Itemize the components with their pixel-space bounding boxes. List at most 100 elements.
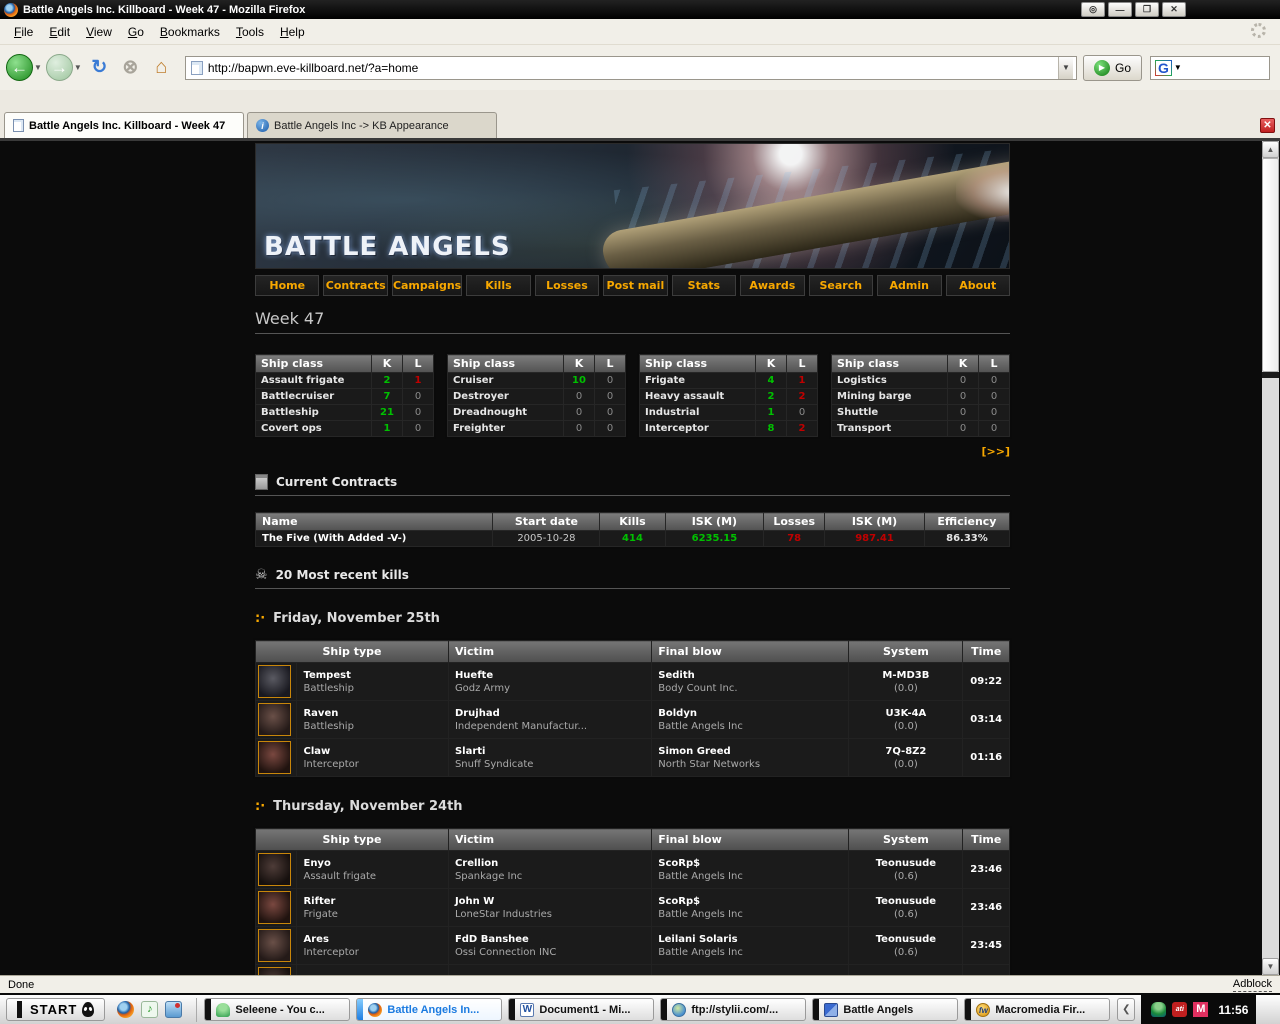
messenger-tray-icon[interactable] [1151,1002,1167,1017]
nav-losses[interactable]: Losses [534,275,600,296]
forward-button[interactable]: → [45,54,73,81]
stop-button[interactable]: ⊗ [116,54,144,81]
taskbar-window-seleene[interactable]: Seleene - You c... [204,998,351,1021]
back-dropdown-icon[interactable]: ▼ [34,63,42,72]
ship-thumbnail[interactable] [258,929,291,962]
ship-thumbnail[interactable] [258,853,291,886]
ship-name[interactable]: Enyo [303,857,441,870]
nav-contracts[interactable]: Contracts [323,275,388,296]
tab-killboard[interactable]: Battle Angels Inc. Killboard - Week 47 [4,112,244,138]
macromedia-tray-icon[interactable]: M [1193,1002,1209,1017]
nav-stats[interactable]: Stats [671,275,737,296]
menu-edit[interactable]: Edit [41,22,78,42]
day-date: Friday, November 25th [273,611,440,626]
scroll-down-icon[interactable]: ▼ [1262,958,1279,975]
more-link[interactable]: [>>] [255,445,1011,458]
messenger-app-icon[interactable] [165,1001,183,1018]
final-blow-name[interactable]: Leilani Solaris [658,933,842,946]
ship-name[interactable]: Ares [303,933,441,946]
system-name[interactable]: 7Q-8Z2 [855,745,956,758]
victim-name[interactable]: John W [455,895,645,908]
nav-admin[interactable]: Admin [877,275,942,296]
ship-thumbnail[interactable] [258,967,291,975]
url-input[interactable] [207,60,1058,75]
menu-bookmarks[interactable]: Bookmarks [152,22,228,42]
menu-tools[interactable]: Tools [228,22,272,42]
nav-about[interactable]: About [945,275,1010,296]
kill-row[interactable]: Rifter Frigate John W LoneStar Industrie… [254,888,1010,927]
taskbar-window-battle-angels-firefox[interactable]: Battle Angels In... [356,998,503,1021]
day-heading-thursday: :· Thursday, November 24th [255,799,1010,814]
menu-view[interactable]: View [78,22,120,42]
taskbar-window-battle-angels[interactable]: Battle Angels [812,998,959,1021]
go-button[interactable]: ▶ Go [1082,54,1142,81]
victim-name[interactable]: Slarti [455,745,645,758]
tab-kb-appearance[interactable]: i Battle Angels Inc -> KB Appearance [247,112,497,138]
nav-post-mail[interactable]: Post mail [603,275,668,296]
start-button[interactable]: START [6,998,106,1021]
nav-kills[interactable]: Kills [466,275,531,296]
kill-row[interactable]: Ferox ToRpAIN Mar Anarw Teonusude 23:45 [254,964,1010,975]
kill-row[interactable]: Ares Interceptor FdD Banshee Ossi Connec… [254,926,1010,965]
taskbar-window-macromedia[interactable]: fw Macromedia Fir... [964,998,1111,1021]
menu-file[interactable]: File [6,22,41,42]
kill-row[interactable]: Claw Interceptor Slarti Snuff Syndicate … [254,738,1010,777]
firefox-icon[interactable] [117,1001,135,1018]
music-player-icon[interactable]: ♪ [141,1001,159,1018]
ship-name[interactable]: Rifter [303,895,441,908]
scroll-up-icon[interactable]: ▲ [1262,141,1279,158]
close-button[interactable]: ✕ [1162,2,1186,17]
scrollbar-thumb[interactable] [1262,158,1279,372]
final-blow-name[interactable]: Sedith [658,669,842,682]
ship-thumbnail[interactable] [258,741,291,774]
close-tab-button[interactable]: ✕ [1260,118,1275,133]
ati-tray-icon[interactable]: ati [1172,1002,1188,1017]
victim-name[interactable]: Huefte [455,669,645,682]
victim-name[interactable]: Crellion [455,857,645,870]
contract-name[interactable]: The Five (With Added -V-) [254,530,494,547]
tray-chevron-icon[interactable]: ❮ [1117,998,1136,1021]
system-name[interactable]: Teonusude [855,933,956,946]
victim-name[interactable]: FdD Banshee [455,933,645,946]
contract-row[interactable]: The Five (With Added -V-) 2005-10-28 414… [254,530,1011,547]
nav-home[interactable]: Home [255,275,320,296]
ship-thumbnail[interactable] [258,703,291,736]
ship-thumbnail[interactable] [258,891,291,924]
kill-row[interactable]: Raven Battleship Drujhad Independent Man… [254,700,1010,739]
forward-dropdown-icon[interactable]: ▼ [74,63,82,72]
nav-awards[interactable]: Awards [740,275,805,296]
final-blow-name[interactable]: ScoRp$ [658,857,842,870]
menu-go[interactable]: Go [120,22,152,42]
menu-help[interactable]: Help [272,22,313,42]
url-dropdown-icon[interactable]: ▼ [1057,56,1073,79]
final-blow-name[interactable]: Simon Greed [658,745,842,758]
reload-button[interactable]: ↻ [85,54,113,81]
final-blow-name[interactable]: Boldyn [658,707,842,720]
system-name[interactable]: U3K-4A [855,707,956,720]
ship-name[interactable]: Raven [303,707,441,720]
system-name[interactable]: Teonusude [855,857,956,870]
system-name[interactable]: Teonusude [855,895,956,908]
kill-row[interactable]: Tempest Battleship Huefte Godz Army Sedi… [254,662,1010,701]
final-blow-name[interactable]: ScoRp$ [658,895,842,908]
vertical-scrollbar[interactable]: ▲ ▼ [1262,141,1279,975]
victim-name[interactable]: Drujhad [455,707,645,720]
go-icon: ▶ [1093,59,1110,76]
google-search-box[interactable]: G ▼ [1150,55,1270,80]
restore-button[interactable]: ❐ [1135,2,1159,17]
window-extra-button[interactable]: ◎ [1081,2,1105,17]
nav-campaigns[interactable]: Campaigns [391,275,463,296]
nav-search[interactable]: Search [808,275,874,296]
taskbar-window-ftp[interactable]: ftp://stylii.com/... [660,998,807,1021]
minimize-button[interactable]: — [1108,2,1132,17]
adblock-status[interactable]: Adblock [1232,978,1272,992]
home-button[interactable]: ⌂ [147,54,175,81]
back-button[interactable]: ← [6,54,33,81]
kill-row[interactable]: Enyo Assault frigate Crellion Spankage I… [254,850,1010,889]
ship-thumbnail[interactable] [258,665,291,698]
system-name[interactable]: M-MD3B [855,669,956,682]
taskbar-window-document1[interactable]: W Document1 - Mi... [508,998,655,1021]
search-engine-dropdown-icon[interactable]: ▼ [1174,63,1182,72]
ship-name[interactable]: Tempest [303,669,441,682]
ship-name[interactable]: Claw [303,745,441,758]
